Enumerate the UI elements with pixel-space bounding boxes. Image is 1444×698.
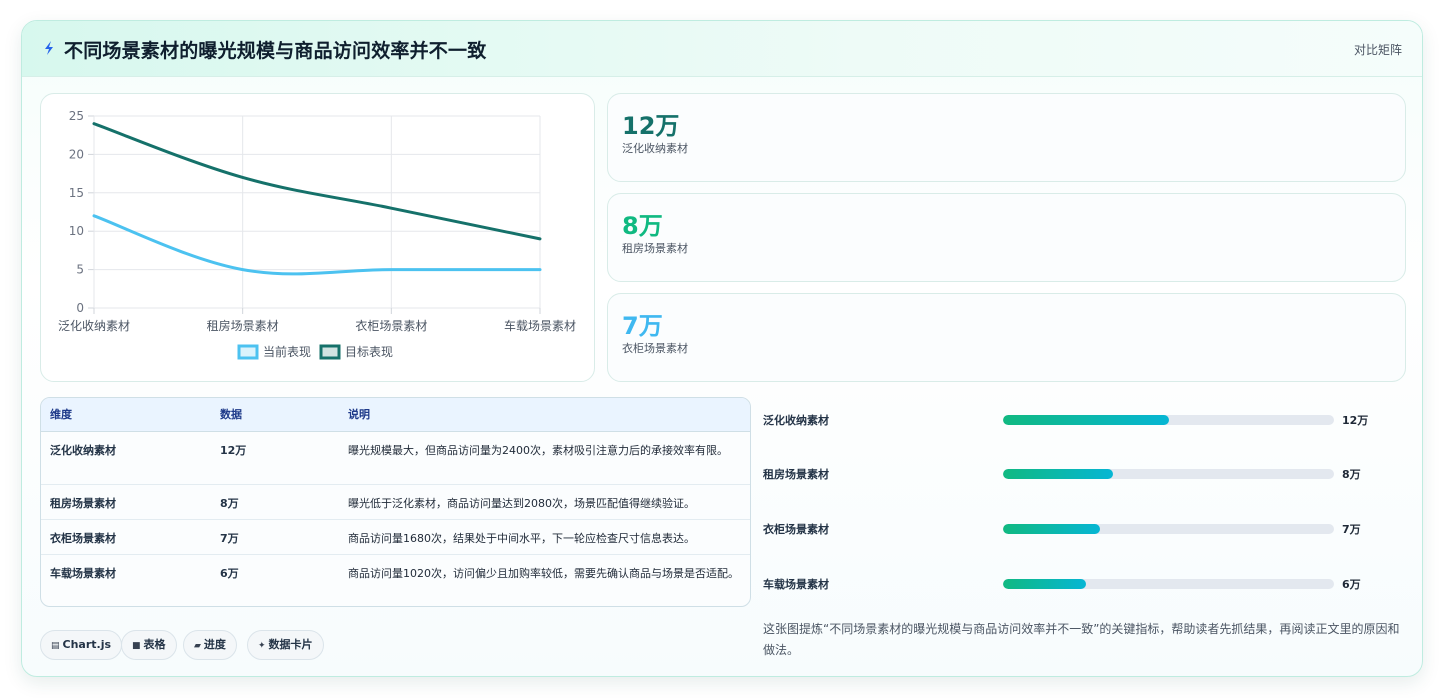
progress-row: 衣柜场景素材 7万 bbox=[763, 517, 1403, 541]
table-row: 车载场景素材 6万 商品访问量1020次，访问偏少且加购率较低，需要先确认商品与… bbox=[41, 554, 750, 606]
kpi-card: 8万 租房场景素材 bbox=[607, 193, 1406, 282]
progress-label: 租房场景素材 bbox=[763, 468, 829, 481]
column-header: 数据 bbox=[211, 398, 339, 432]
table-row: 租房场景素材 8万 曝光低于泛化素材，商品访问量达到2080次，场景匹配值得继续… bbox=[41, 484, 750, 520]
progress-icon: ▰ bbox=[194, 641, 201, 651]
chip-progress[interactable]: ▰ 进度 bbox=[183, 630, 237, 660]
progress-value: 8万 bbox=[1342, 468, 1361, 481]
table-icon: ■ bbox=[132, 641, 141, 651]
x-tick-label: 衣柜场景素材 bbox=[355, 318, 427, 333]
progress-track bbox=[1003, 524, 1334, 534]
progress-row: 车载场景素材 6万 bbox=[763, 572, 1403, 596]
lightning-icon bbox=[45, 41, 53, 55]
progress-label: 衣柜场景素材 bbox=[763, 523, 829, 536]
kpi-label: 泛化收纳素材 bbox=[622, 142, 688, 155]
chip-table[interactable]: ■ 表格 bbox=[121, 630, 177, 660]
data-table: 维度 数据 说明 泛化收纳素材 12万 曝光规模最大，但商品访问量为2400次，… bbox=[41, 398, 750, 606]
progress-track bbox=[1003, 415, 1334, 425]
progress-value: 7万 bbox=[1342, 523, 1361, 536]
table-cell: 衣柜场景素材 bbox=[41, 519, 211, 555]
chip-label: Chart.js bbox=[62, 638, 112, 651]
progress-fill bbox=[1003, 579, 1086, 589]
progress-value: 12万 bbox=[1342, 414, 1369, 427]
panel-header: 不同场景素材的曝光规模与商品访问效率并不一致 对比矩阵 bbox=[22, 21, 1422, 77]
kpi-value: 7万 bbox=[622, 312, 663, 340]
table-cell: 8万 bbox=[211, 484, 339, 520]
table-cell: 曝光低于泛化素材，商品访问量达到2080次，场景匹配值得继续验证。 bbox=[339, 484, 750, 520]
kpi-label: 衣柜场景素材 bbox=[622, 342, 688, 355]
comparison-panel: 不同场景素材的曝光规模与商品访问效率并不一致 对比矩阵 0 5 10 15 20 25 泛化… bbox=[21, 20, 1423, 677]
chip-label: 进度 bbox=[203, 638, 226, 651]
progress-row: 租房场景素材 8万 bbox=[763, 462, 1403, 486]
table-cell: 车载场景素材 bbox=[50, 566, 116, 580]
column-header: 说明 bbox=[339, 398, 750, 432]
table-row: 泛化收纳素材 12万 曝光规模最大，但商品访问量为2400次，素材吸引注意力后的… bbox=[41, 431, 750, 485]
kpi-card: 7万 衣柜场景素材 bbox=[607, 293, 1406, 382]
table-cell: 泛化收纳素材 bbox=[41, 431, 211, 485]
progress-track bbox=[1003, 469, 1334, 479]
table-cell: 租房场景素材 bbox=[41, 484, 211, 520]
column-header: 维度 bbox=[41, 398, 211, 432]
chip-data-cards[interactable]: ✦ 数据卡片 bbox=[247, 630, 324, 660]
y-tick-label: 25 bbox=[69, 109, 84, 123]
table-cell: 商品访问量1020次，访问偏少且加购率较低，需要先确认商品与场景是否适配。 bbox=[348, 566, 739, 580]
kpi-value: 12万 bbox=[622, 112, 680, 140]
y-tick-label: 5 bbox=[76, 263, 84, 277]
x-tick-label: 租房场景素材 bbox=[207, 318, 279, 333]
panel-title: 不同场景素材的曝光规模与商品访问效率并不一致 bbox=[64, 40, 487, 62]
panel-tag: 对比矩阵 bbox=[1353, 43, 1402, 57]
progress-fill bbox=[1003, 524, 1100, 534]
progress-label: 车载场景素材 bbox=[763, 578, 829, 591]
progress-value: 6万 bbox=[1342, 578, 1361, 591]
table-header-row: 维度 数据 说明 bbox=[41, 398, 750, 432]
x-tick-label: 车载场景素材 bbox=[504, 318, 576, 333]
table-cell: 曝光规模最大，但商品访问量为2400次，素材吸引注意力后的承接效率有限。 bbox=[339, 431, 750, 485]
chart-icon: ▤ bbox=[51, 641, 60, 651]
summary-note: 这张图提炼“不同场景素材的曝光规模与商品访问效率并不一致”的关键指标，帮助读者先… bbox=[763, 622, 1400, 657]
progress-label: 泛化收纳素材 bbox=[763, 414, 829, 427]
y-tick-label: 15 bbox=[69, 186, 84, 200]
legend-label: 当前表现 bbox=[263, 344, 311, 359]
legend-label: 目标表现 bbox=[345, 345, 393, 359]
y-tick-label: 10 bbox=[69, 224, 84, 238]
table-cell: 7万 bbox=[211, 519, 339, 555]
x-tick-label: 泛化收纳素材 bbox=[58, 319, 130, 333]
progress-bars: 泛化收纳素材 12万 租房场景素材 8万 衣柜场景素材 7万 车载场景素材 6万 bbox=[763, 397, 1403, 617]
chip-label: 表格 bbox=[143, 638, 166, 651]
kpi-value: 8万 bbox=[622, 212, 663, 240]
series-line bbox=[92, 122, 542, 241]
data-table-card: 维度 数据 说明 泛化收纳素材 12万 曝光规模最大，但商品访问量为2400次，… bbox=[40, 397, 751, 607]
progress-fill bbox=[1003, 415, 1169, 425]
chip-chartjs[interactable]: ▤ Chart.js bbox=[40, 630, 123, 660]
table-cell: 12万 bbox=[211, 431, 339, 485]
progress-track bbox=[1003, 579, 1334, 589]
legend-swatch bbox=[237, 344, 259, 360]
line-chart-card: 0 5 10 15 20 25 泛化收纳素材 租房场景素材 衣柜场景素材 车载场景素材当前表现 目标… bbox=[40, 93, 595, 382]
sparkle-icon: ✦ bbox=[258, 641, 266, 651]
progress-row: 泛化收纳素材 12万 bbox=[763, 408, 1403, 432]
y-tick-label: 20 bbox=[69, 147, 84, 161]
kpi-card: 12万 泛化收纳素材 bbox=[607, 93, 1406, 182]
table-row: 衣柜场景素材 7万 商品访问量1680次，结果处于中间水平，下一轮应检查尺寸信息… bbox=[41, 519, 750, 555]
table-cell: 商品访问量1680次，结果处于中间水平，下一轮应检查尺寸信息表达。 bbox=[339, 519, 750, 555]
chip-label: 数据卡片 bbox=[268, 638, 313, 651]
legend-swatch bbox=[319, 344, 341, 360]
kpi-label: 租房场景素材 bbox=[622, 242, 688, 255]
y-tick-label: 0 bbox=[76, 301, 84, 315]
table-cell: 6万 bbox=[220, 566, 239, 580]
progress-fill bbox=[1003, 469, 1114, 479]
line-chart: 0 5 10 15 20 25 泛化收纳素材 租房场景素材 衣柜场景素材 车载场景素材当前表现 目标… bbox=[58, 109, 576, 360]
